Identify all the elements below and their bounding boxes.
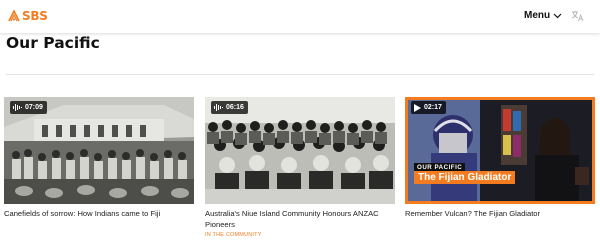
card-title[interactable]: Canefields of sorrow: How Indians came t…	[4, 208, 194, 219]
duration-badge: 06:16	[211, 101, 248, 114]
play-icon	[414, 103, 421, 112]
duration-badge: 07:09	[10, 101, 47, 114]
top-navigation-bar: SBS Menu	[0, 0, 600, 33]
category-tag[interactable]: IN THE COMMUNITY	[205, 232, 395, 238]
page-title: Our Pacific	[6, 34, 100, 52]
card-title[interactable]: Australia's Niue Island Community Honour…	[205, 208, 395, 230]
audio-bars-icon	[214, 104, 223, 111]
chevron-down-icon	[553, 13, 562, 18]
menu-button[interactable]: Menu	[524, 10, 562, 21]
section-divider	[6, 74, 594, 75]
sbs-logo-icon	[8, 10, 20, 22]
language-button[interactable]	[571, 9, 584, 27]
card-title[interactable]: Remember Vulcan? The Fijian Gladiator	[405, 208, 595, 219]
sbs-logo[interactable]: SBS	[8, 9, 48, 23]
duration-badge: 02:17	[411, 101, 446, 114]
video-card-canefields[interactable]: 07:09 Canefields of sorrow: How Indians …	[4, 97, 194, 219]
menu-label: Menu	[524, 10, 551, 21]
duration-text: 02:17	[424, 104, 442, 111]
translate-icon	[571, 11, 584, 22]
logo-text: SBS	[22, 9, 48, 23]
video-thumbnail[interactable]: 06:16	[205, 97, 395, 204]
video-thumbnail[interactable]: 07:09	[4, 97, 194, 204]
overlay-title: The Fijian Gladiator	[414, 171, 516, 184]
audio-bars-icon	[13, 104, 22, 111]
video-card-niue-anzac[interactable]: 06:16 Australia's Niue Island Community …	[205, 97, 395, 238]
video-card-fijian-gladiator[interactable]: OUR PACIFIC The Fijian Gladiator 02:17 R…	[405, 97, 595, 219]
duration-text: 06:16	[226, 104, 244, 111]
video-thumbnail[interactable]: OUR PACIFIC The Fijian Gladiator 02:17	[405, 97, 595, 204]
duration-text: 07:09	[25, 104, 43, 111]
